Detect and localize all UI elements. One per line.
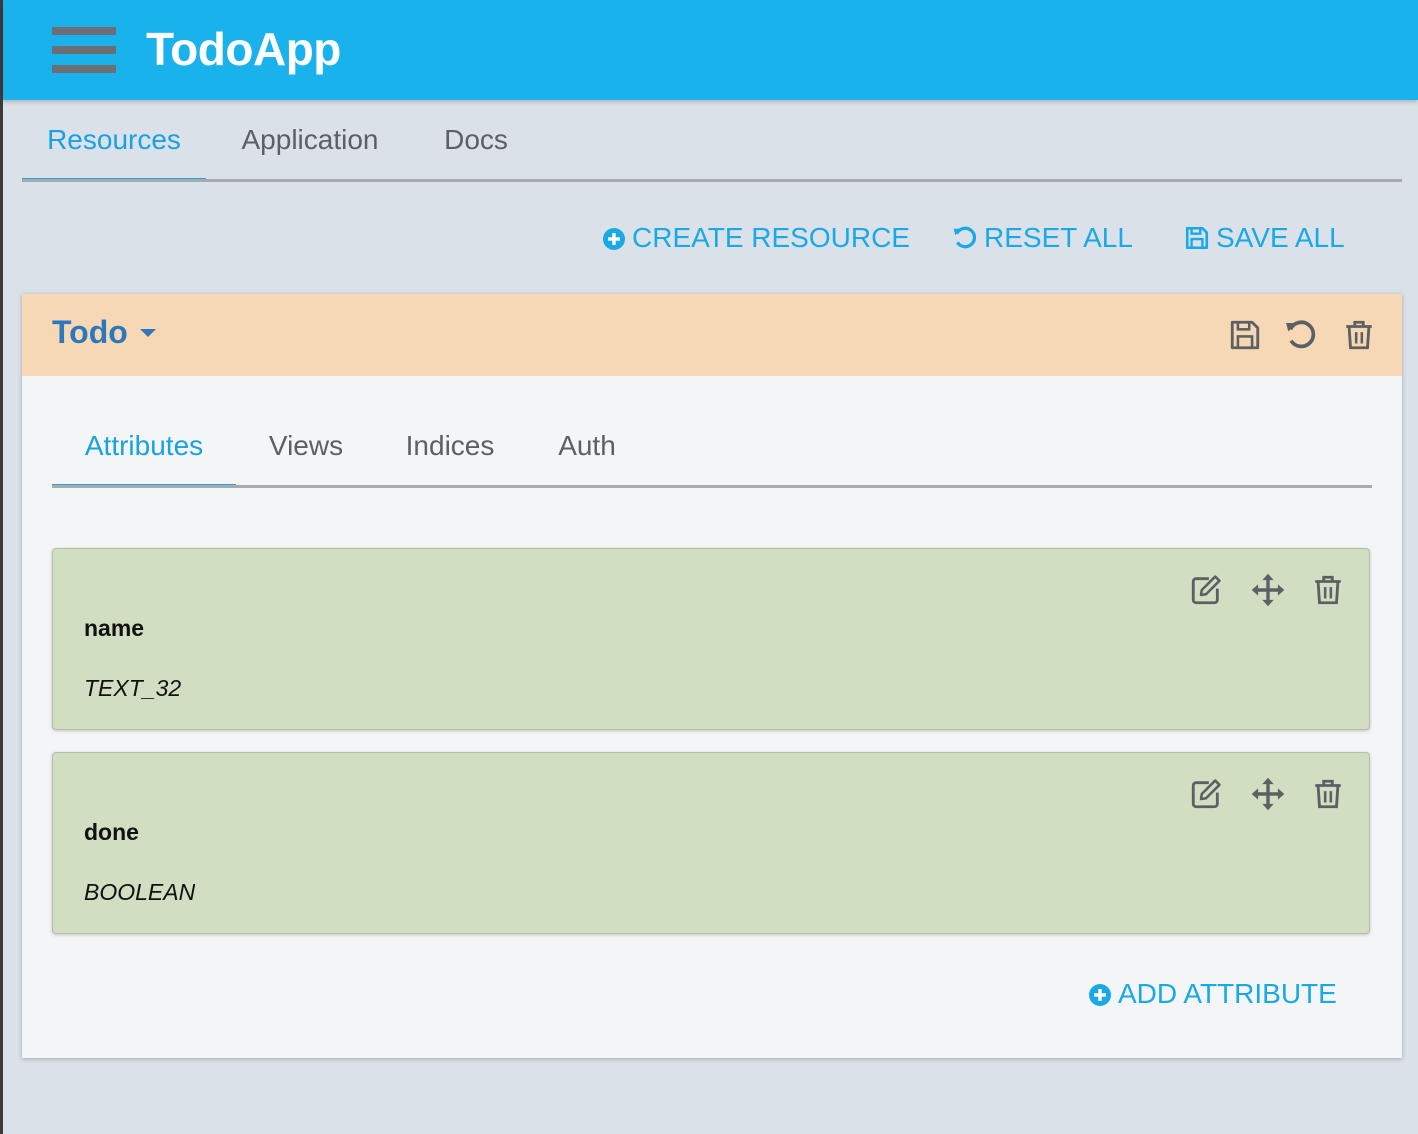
edit-icon[interactable]: [1189, 777, 1223, 811]
attribute-card[interactable]: name TEXT_32: [52, 548, 1370, 730]
undo-icon[interactable]: [1284, 318, 1318, 352]
tab-resources[interactable]: Resources: [22, 100, 206, 182]
tab-application[interactable]: Application: [218, 100, 402, 182]
trash-icon[interactable]: [1342, 318, 1376, 352]
resource-name: Todo: [52, 314, 128, 350]
reset-all-button[interactable]: RESET ALL: [952, 215, 1133, 261]
save-icon: [1185, 226, 1209, 250]
window-edge: [0, 0, 3, 1134]
plus-circle-icon: [603, 228, 625, 250]
resource-card: Todo Attributes Views Indices Auth name …: [22, 294, 1402, 1058]
tab-attributes[interactable]: Attributes: [52, 404, 236, 488]
tab-views[interactable]: Views: [258, 404, 354, 488]
tab-label: Attributes: [84, 430, 204, 461]
attribute-name: done: [84, 819, 139, 845]
app-title: TodoApp: [146, 23, 341, 75]
undo-icon: [953, 226, 977, 249]
save-icon[interactable]: [1228, 318, 1262, 352]
tab-label: Indices: [405, 430, 495, 461]
tab-docs[interactable]: Docs: [416, 100, 536, 182]
main-tabs: Resources Application Docs: [22, 100, 1402, 182]
app-bar: TodoApp: [3, 0, 1418, 100]
save-all-label: SAVE ALL: [1216, 222, 1345, 253]
tab-label: Application: [241, 124, 379, 155]
save-all-button[interactable]: SAVE ALL: [1184, 215, 1345, 261]
tab-label: Resources: [47, 124, 181, 155]
attribute-type: BOOLEAN: [84, 879, 196, 905]
tab-label: Docs: [444, 124, 508, 155]
add-attribute-label: ADD ATTRIBUTE: [1118, 978, 1337, 1009]
tabs-divider: [22, 179, 1402, 182]
attribute-card[interactable]: done BOOLEAN: [52, 752, 1370, 934]
trash-icon[interactable]: [1311, 573, 1345, 607]
tab-label: Views: [268, 430, 344, 461]
move-icon[interactable]: [1251, 777, 1285, 811]
attribute-type: TEXT_32: [84, 675, 182, 701]
add-attribute-button[interactable]: ADD ATTRIBUTE: [1088, 972, 1337, 1016]
tab-label: Auth: [558, 430, 616, 461]
reset-all-label: RESET ALL: [984, 222, 1133, 253]
attribute-name: name: [84, 615, 145, 641]
menu-icon[interactable]: [52, 27, 116, 73]
tab-auth[interactable]: Auth: [548, 404, 626, 488]
trash-icon[interactable]: [1311, 777, 1345, 811]
tabs-divider: [52, 485, 1372, 488]
create-resource-button[interactable]: CREATE RESOURCE: [602, 215, 910, 261]
caret-down-icon: [139, 329, 156, 337]
resource-tabs: Attributes Views Indices Auth: [52, 404, 1372, 488]
create-resource-label: CREATE RESOURCE: [632, 222, 910, 253]
tab-indices[interactable]: Indices: [396, 404, 504, 488]
plus-circle-icon: [1089, 984, 1111, 1006]
resource-name-dropdown[interactable]: Todo: [52, 314, 156, 351]
move-icon[interactable]: [1251, 573, 1285, 607]
resource-header: Todo: [22, 294, 1402, 376]
edit-icon[interactable]: [1189, 573, 1223, 607]
